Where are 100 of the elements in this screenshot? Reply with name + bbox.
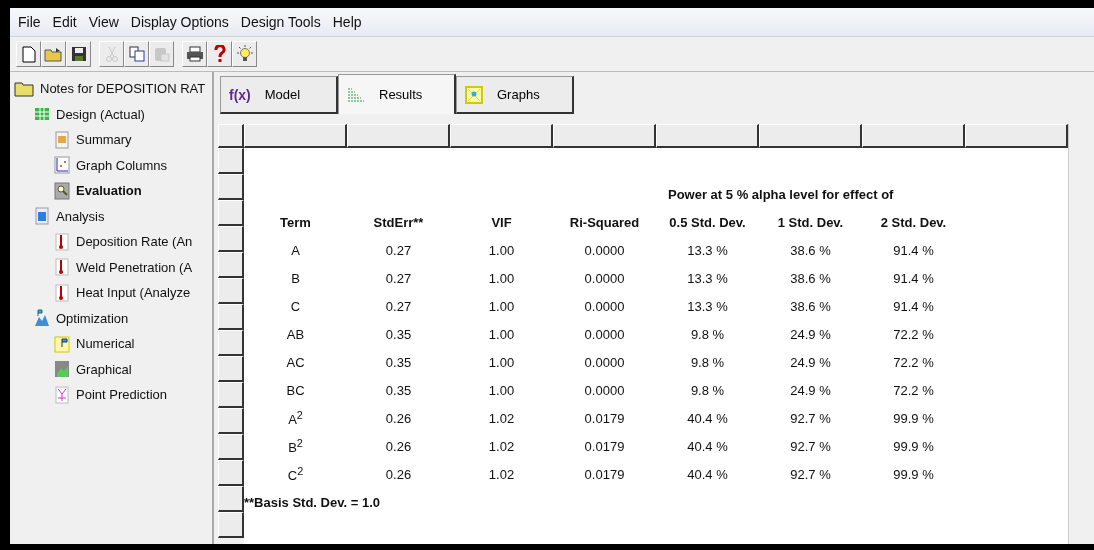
row-header[interactable] [218, 226, 244, 252]
column-header[interactable] [759, 124, 862, 148]
table-cell-text: C [289, 297, 302, 316]
row-header[interactable] [218, 148, 244, 174]
tree-item[interactable]: Design (Actual) [56, 106, 145, 122]
row-header[interactable] [218, 382, 244, 408]
tree-item[interactable]: Graph Columns [76, 157, 168, 173]
table-cell-text: 1.00 [487, 325, 516, 344]
calculator-icon [34, 207, 50, 226]
tree-item[interactable]: Point Prediction [76, 387, 168, 403]
question-mark-icon [213, 45, 226, 63]
tree-item[interactable]: Summary [76, 132, 132, 148]
column-heading: 2 Std. Dev. [879, 213, 948, 232]
column-heading: VIF [490, 213, 513, 232]
table-cell-text: 1.02 [487, 437, 516, 456]
table-cell-text: 0.27 [384, 269, 413, 288]
tree-item[interactable]: Heat Input (Analyze [76, 285, 191, 301]
footnote: **Basis Std. Dev. = 1.0 [244, 493, 381, 512]
contour-map-icon [54, 360, 70, 379]
tree-item[interactable]: Numerical [76, 336, 135, 352]
tree-item[interactable]: Evaluation [76, 183, 142, 199]
column-heading: 0.5 Std. Dev. [668, 213, 747, 232]
table-cell-text: 91.4 % [892, 241, 935, 260]
table-cell-text: 91.4 % [892, 269, 935, 288]
row-header[interactable] [218, 330, 244, 356]
tab[interactable]: Results [338, 74, 456, 114]
row-header[interactable] [218, 278, 244, 304]
folder-icon [14, 79, 34, 98]
function-label: f(x) [229, 86, 251, 103]
column-header[interactable] [450, 124, 553, 148]
tree-item[interactable]: Optimization [56, 310, 129, 326]
row-header[interactable] [218, 200, 244, 226]
table-cell-text: 72.2 % [892, 325, 935, 344]
column-header[interactable] [553, 124, 656, 148]
table-cell-text: 0.0179 [583, 465, 626, 484]
table-cell-text: 91.4 % [892, 297, 935, 316]
table-cell-text: 0.0179 [583, 409, 626, 428]
table-cell-text: 9.8 % [689, 325, 726, 344]
row-header[interactable] [218, 252, 244, 278]
toolbar-button[interactable] [182, 41, 207, 67]
tab[interactable]: Graphs [456, 76, 574, 114]
menu-item[interactable]: Help [328, 14, 366, 30]
folder-icon [44, 46, 63, 62]
row-header[interactable] [218, 512, 244, 538]
column-header[interactable] [965, 124, 1068, 148]
tree-item[interactable]: Weld Penetration (A [76, 259, 193, 275]
printer-icon [185, 46, 204, 62]
row-header[interactable] [218, 434, 244, 460]
tree-item[interactable]: Graphical [76, 361, 132, 377]
table-cell-text: A$^{2}$ [287, 407, 304, 430]
row-header[interactable] [218, 356, 244, 382]
table-cell-text: 72.2 % [892, 381, 935, 400]
column-header[interactable] [347, 124, 450, 148]
table-cell-text: 0.26 [384, 437, 413, 456]
table-cell-text: 0.27 [384, 297, 413, 316]
column-header[interactable] [244, 124, 347, 148]
scissors-icon [105, 45, 118, 63]
table-cell-text: 99.9 % [892, 465, 935, 484]
table-cell-text: 0.0000 [583, 353, 626, 372]
table-cell-text: B [290, 269, 301, 288]
tree-item[interactable]: Notes for DEPOSITION RAT [40, 81, 206, 97]
thermometer-icon [54, 258, 70, 277]
clipboard-icon [153, 46, 170, 62]
table-cell-text: 1.02 [487, 465, 516, 484]
table-cell-text: 0.35 [384, 381, 413, 400]
row-header[interactable] [218, 304, 244, 330]
table-cell-text: AC [285, 353, 306, 372]
table-cell-text: 0.27 [384, 241, 413, 260]
table-cell-text: 9.8 % [689, 353, 726, 372]
table-cell-text: C$^{2}$ [286, 463, 305, 486]
column-heading: Term [279, 213, 312, 232]
column-header[interactable] [862, 124, 965, 148]
toolbar-button[interactable] [207, 41, 232, 67]
menu-item[interactable]: View [84, 14, 123, 30]
row-header[interactable] [218, 486, 244, 512]
graph-icon [465, 85, 483, 104]
toolbar-button[interactable] [232, 41, 257, 67]
magnifier-icon [54, 181, 70, 200]
table-cell-text: 40.4 % [686, 465, 729, 484]
table-cell-text: 1.00 [487, 241, 516, 260]
tree-item[interactable]: Analysis [56, 208, 105, 224]
menu-item[interactable]: Edit [48, 14, 81, 30]
menu-item[interactable]: Display Options [126, 14, 233, 30]
tab[interactable]: f(x) Model [220, 76, 338, 114]
mountain-icon [34, 309, 50, 328]
menu-item[interactable]: Design Tools [236, 14, 325, 30]
table-cell-text: 38.6 % [789, 241, 832, 260]
tree-item[interactable]: Deposition Rate (An [76, 234, 193, 250]
row-header[interactable] [218, 408, 244, 434]
flag-icon [54, 334, 70, 353]
row-header[interactable] [218, 174, 244, 200]
row-header[interactable] [218, 460, 244, 486]
column-heading: Ri-Squared [568, 213, 641, 232]
column-header[interactable] [656, 124, 759, 148]
table-cell-text: 0.0000 [583, 381, 626, 400]
menu-item[interactable]: File [14, 14, 45, 30]
toolbar-button[interactable] [66, 41, 91, 67]
table-cell-text: 24.9 % [789, 381, 832, 400]
table-cell-text: 38.6 % [789, 269, 832, 288]
thermometer-icon [54, 283, 70, 302]
